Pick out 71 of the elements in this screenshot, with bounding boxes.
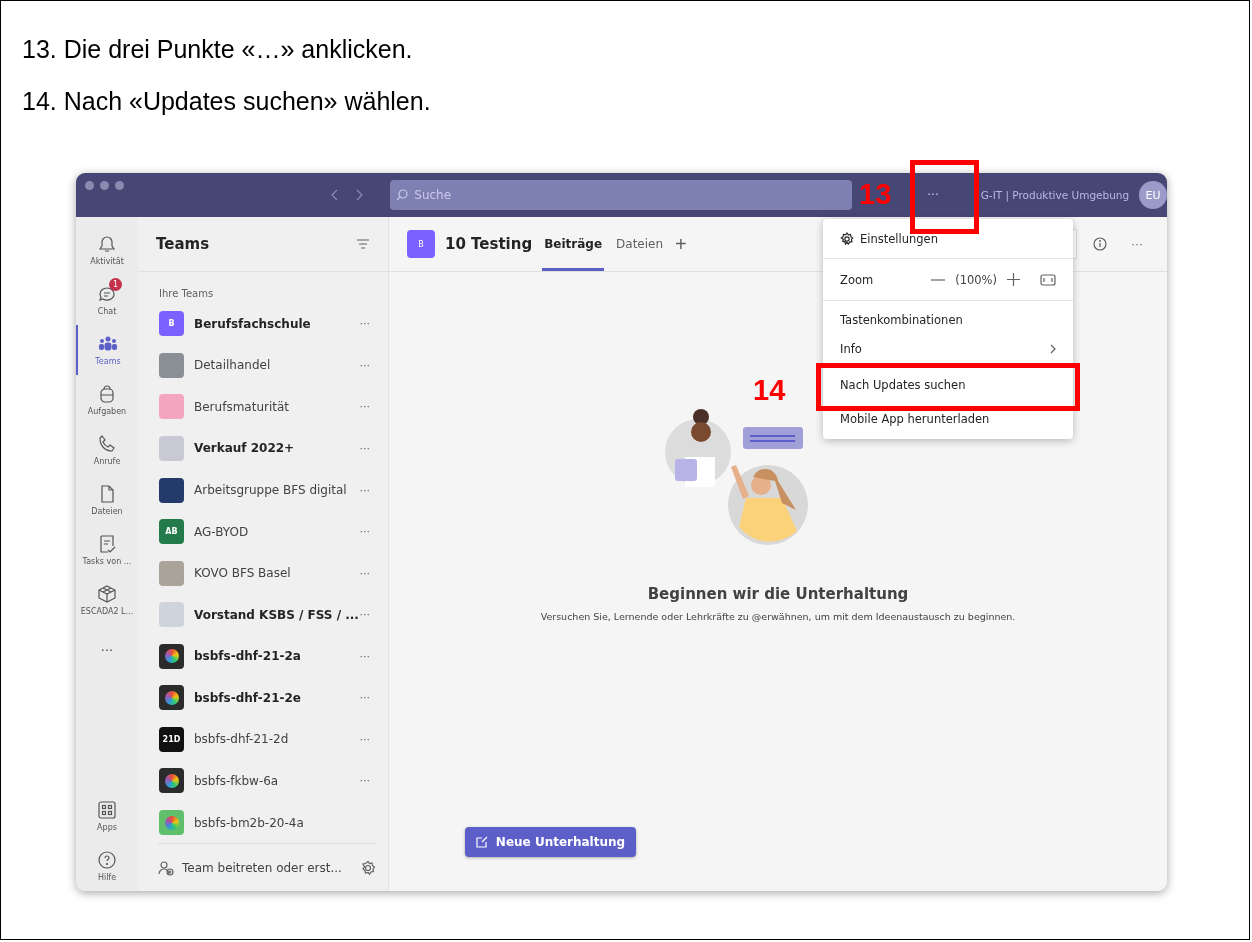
app-bar-item[interactable]: Tasks von ... <box>76 525 138 575</box>
settings-icon <box>840 231 854 246</box>
help-icon <box>97 850 117 870</box>
search-icon <box>396 189 409 201</box>
team-avatar: B <box>159 311 184 337</box>
team-item[interactable]: bsbfs-dhf-21-2a ··· <box>138 635 388 678</box>
app-bar-item[interactable]: Aufgaben <box>76 375 138 425</box>
join-team-link[interactable]: Team beitreten oder erst... <box>182 860 352 875</box>
add-people-icon <box>158 859 174 876</box>
team-avatar: 21D <box>159 726 184 752</box>
team-item[interactable]: Berufsmaturität ··· <box>138 386 388 428</box>
channel-name: 10 Testing <box>445 235 533 253</box>
filter-icon <box>356 239 370 249</box>
menu-item[interactable]: Tastenkombinationen <box>823 305 1073 334</box>
instruction-text: 13. Die drei Punkte «…» anklicken. <box>22 34 414 65</box>
app-bar-item[interactable]: Aktivität <box>76 225 138 275</box>
checklist-icon <box>97 534 117 554</box>
fullscreen-icon <box>1040 273 1056 286</box>
step-number: 13 <box>859 178 892 211</box>
panel-title: Teams <box>156 235 210 253</box>
new-conversation-button[interactable]: Neue Unterhaltung <box>465 827 636 857</box>
more-options-button[interactable]: ··· <box>927 188 939 202</box>
team-item[interactable]: B Berufsfachschule ··· <box>138 303 388 345</box>
cube-icon <box>97 584 117 604</box>
team-item[interactable]: bsbfs-dhf-21-2e ··· <box>138 677 388 719</box>
team-item[interactable]: Vorstand KSBS / FSS / ...··· <box>138 593 388 636</box>
empty-state-text: Versuchen Sie, Lernende oder Lehrkräfte zu @erwähnen, um mit dem Ideenaustausch zu beginnen. <box>540 611 1016 622</box>
settings-icon <box>360 859 376 876</box>
step-number: 14 <box>753 374 786 407</box>
menu-label: Zoom <box>840 272 875 287</box>
channel-tab[interactable]: Beiträge <box>542 217 605 271</box>
team-item[interactable]: Verkauf 2022+ ··· <box>138 427 388 470</box>
app-bar-item[interactable]: ESCADA2 L... <box>76 575 138 625</box>
app-bar-item[interactable]: ··· <box>76 625 138 675</box>
team-item[interactable]: AB AG-BYOD ··· <box>138 510 388 553</box>
minus-icon <box>931 278 946 281</box>
organization-name[interactable]: G-IT | Produktive Umgebung <box>980 189 1130 201</box>
empty-state-heading: Beginnen wir die Unterhaltung <box>647 585 909 603</box>
plus-icon <box>1007 273 1020 286</box>
section-label: Ihre Teams <box>158 287 215 301</box>
team-avatar: AB <box>159 519 184 545</box>
team-item[interactable]: bsbfs-fkbw-6a ··· <box>138 760 388 802</box>
backpack-icon <box>97 384 117 404</box>
channel-avatar: B <box>407 230 435 258</box>
team-item[interactable]: 21D bsbfs-dhf-21-2d ··· <box>138 718 388 761</box>
notification-badge: 1 <box>109 278 122 291</box>
more-options-button[interactable]: ··· <box>1125 236 1149 252</box>
zoom-level: (100%) <box>955 272 997 287</box>
menu-item[interactable]: Info <box>823 334 1073 363</box>
channel-tab[interactable]: Dateien <box>614 217 666 271</box>
app-bar-item[interactable]: Chat 1 <box>76 275 138 325</box>
add-tab-button[interactable]: + <box>675 232 687 256</box>
app-bar-item[interactable]: Anrufe <box>76 425 138 475</box>
bell-icon <box>97 234 117 254</box>
search-field[interactable]: Suche <box>390 180 853 210</box>
app-bar-item[interactable]: Apps <box>76 791 138 841</box>
team-item[interactable]: Arbeitsgruppe BFS digital ··· <box>138 469 388 511</box>
team-item[interactable]: Detailhandel ··· <box>138 344 388 387</box>
instruction-text: 14. Nach «Updates suchen» wählen. <box>22 86 432 117</box>
chevron-right-icon <box>1050 343 1056 354</box>
app-bar-item[interactable]: Hilfe <box>76 841 138 891</box>
app-bar-item[interactable]: Dateien <box>76 475 138 525</box>
menu-item[interactable]: Mobile App herunterladen <box>823 412 1073 432</box>
phone-icon <box>97 434 117 454</box>
team-item[interactable]: bsbfs-bm2b-20-4a <box>138 801 388 844</box>
team-item[interactable]: KOVO BFS Basel ··· <box>138 552 388 594</box>
compose-icon <box>475 836 488 848</box>
people-group-icon <box>98 334 118 354</box>
menu-item[interactable]: Nach Updates suchen <box>823 371 1073 399</box>
info-icon <box>1093 237 1107 251</box>
grid-icon <box>97 800 117 820</box>
